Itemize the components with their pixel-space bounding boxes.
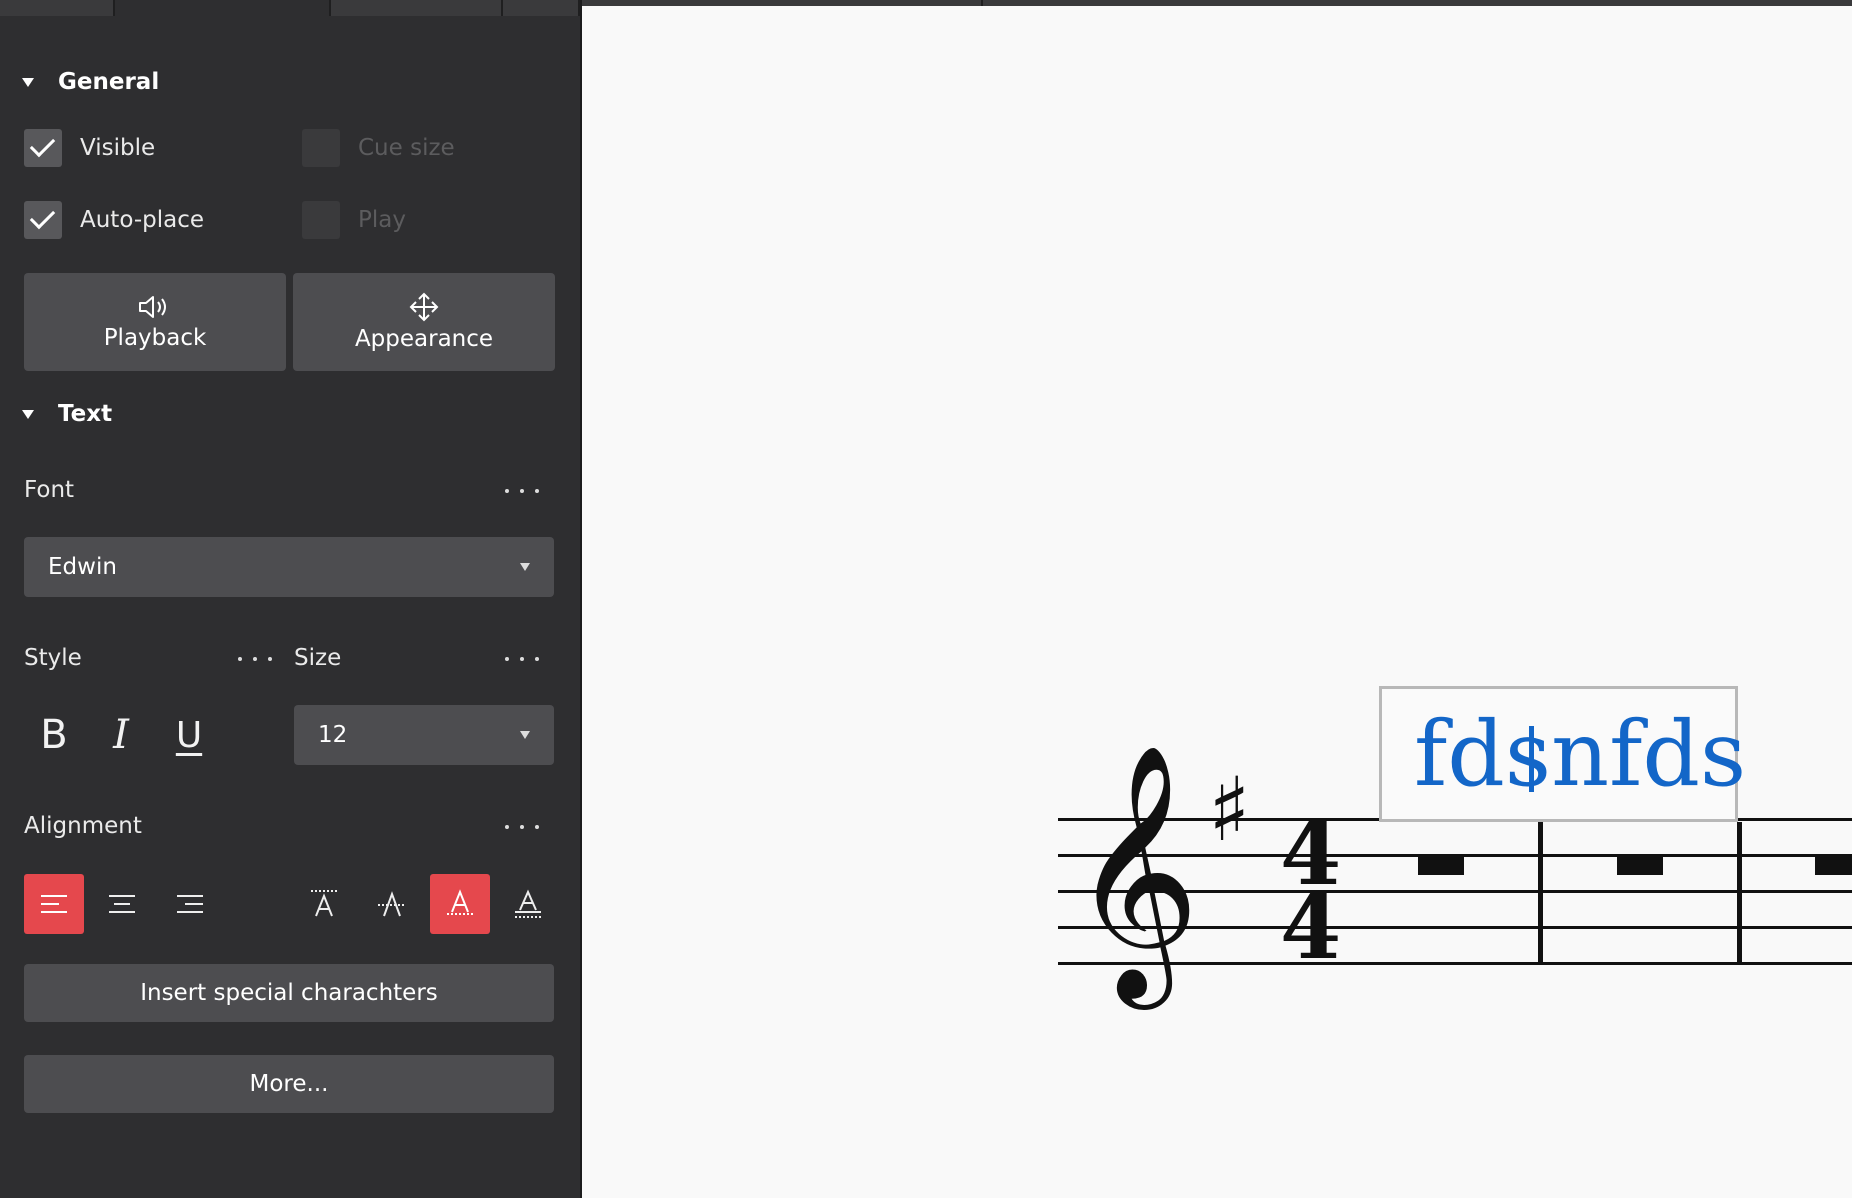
cue-size-label: Cue size <box>358 135 455 161</box>
playback-button-label: Playback <box>103 325 207 351</box>
insert-special-characters-button[interactable]: Insert special charachters <box>24 964 554 1022</box>
section-text-header[interactable]: Text <box>22 401 112 427</box>
alignment-more-options-icon[interactable] <box>505 823 539 831</box>
properties-panel: General Visible Cue size Auto-place Play… <box>0 0 580 1198</box>
text-object-content[interactable]: fdsnfds <box>1414 705 1746 805</box>
size-label: Size <box>294 645 342 671</box>
visible-checkbox[interactable] <box>24 129 62 167</box>
align-baseline-icon <box>447 889 473 915</box>
whole-rest-icon[interactable] <box>1617 857 1663 875</box>
bold-button[interactable]: B <box>28 705 80 765</box>
score-canvas[interactable] <box>582 0 1852 1198</box>
align-left-button[interactable] <box>24 874 84 934</box>
align-middle-button[interactable] <box>362 874 422 934</box>
font-label: Font <box>24 477 75 503</box>
panel-tab-4[interactable] <box>503 0 580 16</box>
alignment-label: Alignment <box>24 813 142 839</box>
italic-button[interactable]: I <box>95 705 147 765</box>
section-general-title: General <box>58 69 160 95</box>
insert-special-characters-label: Insert special charachters <box>140 980 438 1006</box>
more-button[interactable]: More... <box>24 1055 554 1113</box>
treble-clef-icon[interactable]: 𝄞 <box>1070 760 1200 980</box>
cue-size-checkbox <box>302 129 340 167</box>
speaker-icon <box>139 296 166 318</box>
whole-rest-icon[interactable] <box>1418 857 1464 875</box>
align-bottom-icon <box>515 889 541 918</box>
align-right-icon <box>177 895 203 913</box>
canvas-top-seam <box>981 0 983 6</box>
playback-button[interactable]: Playback <box>24 273 286 371</box>
align-center-icon <box>109 895 135 913</box>
move-arrows-icon <box>409 292 439 322</box>
barline[interactable] <box>1737 822 1742 965</box>
panel-tabstrip <box>0 0 580 16</box>
appearance-button-label: Appearance <box>354 326 494 352</box>
font-dropdown-value: Edwin <box>48 554 117 580</box>
visible-label: Visible <box>80 135 156 161</box>
section-general-header[interactable]: General <box>22 69 159 95</box>
appearance-button[interactable]: Appearance <box>293 273 555 371</box>
auto-place-checkbox[interactable] <box>24 201 62 239</box>
size-dropdown-value: 12 <box>318 722 348 748</box>
align-bottom-button[interactable] <box>498 874 558 934</box>
align-left-icon <box>41 895 67 913</box>
collapse-triangle-icon <box>22 409 34 419</box>
auto-place-label: Auto-place <box>80 207 205 233</box>
play-label: Play <box>358 207 406 233</box>
italic-icon: I <box>113 712 129 758</box>
font-dropdown[interactable]: Edwin <box>24 537 554 597</box>
font-more-options-icon[interactable] <box>505 487 539 495</box>
text-cursor <box>1529 726 1534 792</box>
underline-button[interactable]: U <box>163 705 215 765</box>
collapse-triangle-icon <box>22 77 34 87</box>
size-more-options-icon[interactable] <box>505 655 539 663</box>
play-checkbox <box>302 201 340 239</box>
panel-tab-properties[interactable] <box>115 0 331 16</box>
visible-checkbox-row[interactable]: Visible <box>24 129 155 167</box>
size-dropdown[interactable]: 12 <box>294 705 554 765</box>
bold-icon: B <box>40 712 68 758</box>
align-baseline-button[interactable] <box>430 874 490 934</box>
more-button-label: More... <box>249 1071 329 1097</box>
play-checkbox-row: Play <box>302 201 406 239</box>
align-center-button[interactable] <box>92 874 152 934</box>
style-more-options-icon[interactable] <box>238 655 272 663</box>
time-signature-bottom[interactable]: 4 <box>1280 883 1341 971</box>
panel-tab-3[interactable] <box>331 0 503 16</box>
style-label: Style <box>24 645 82 671</box>
whole-rest-icon[interactable] <box>1815 857 1852 875</box>
align-right-button[interactable] <box>160 874 220 934</box>
sharp-key-signature-icon[interactable]: ♯ <box>1208 760 1251 860</box>
underline-icon: U <box>175 714 203 756</box>
section-text-title: Text <box>58 401 113 427</box>
align-middle-icon <box>378 891 406 917</box>
canvas-top-bar <box>582 0 1852 6</box>
align-top-icon <box>311 890 337 917</box>
cue-size-checkbox-row: Cue size <box>302 129 455 167</box>
barline[interactable] <box>1538 822 1543 965</box>
panel-tab-1[interactable] <box>0 0 115 16</box>
chevron-down-icon <box>520 563 530 571</box>
chevron-down-icon <box>520 731 530 739</box>
auto-place-checkbox-row[interactable]: Auto-place <box>24 201 204 239</box>
align-top-button[interactable] <box>294 874 354 934</box>
